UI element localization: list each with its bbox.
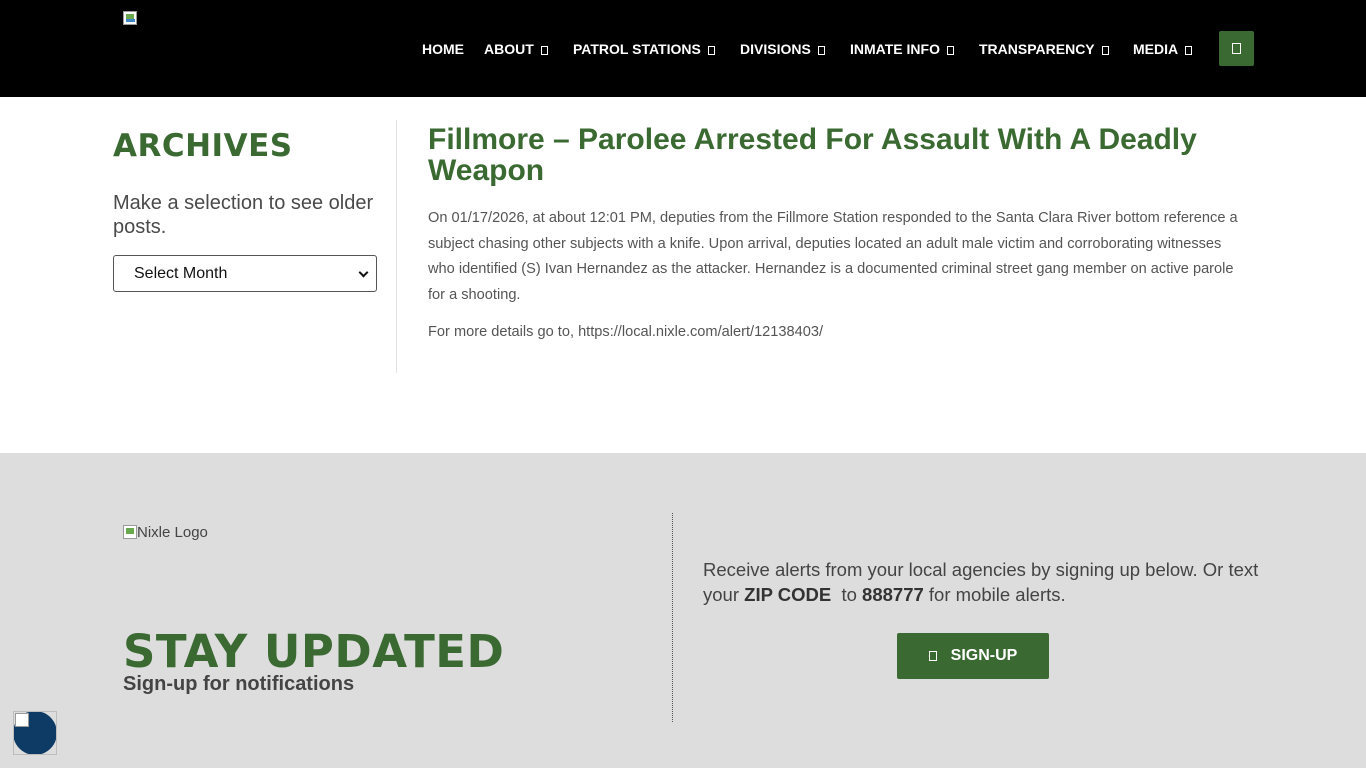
archive-month-select[interactable]: Select Month (113, 255, 377, 292)
archives-heading: ARCHIVES (113, 128, 293, 164)
nav-item-label: DIVISIONS (740, 41, 811, 57)
nav-item-inmate-info[interactable]: INMATE INFO (850, 36, 954, 62)
newsletter-footer: Nixle Logo STAY UPDATED Sign-up for noti… (0, 453, 1366, 768)
chevron-down-icon (817, 46, 825, 55)
chevron-down-icon (540, 46, 548, 55)
nav-item-label: TRANSPARENCY (979, 41, 1095, 57)
alerts-description: Receive alerts from your local agencies … (703, 557, 1263, 607)
site-header: HOME ABOUT PATROL STATIONS DIVISIONS INM… (0, 0, 1366, 97)
nixle-logo: Nixle Logo (123, 524, 208, 542)
broken-image-icon (123, 525, 137, 539)
chevron-down-icon (358, 267, 369, 278)
nav-item-divisions[interactable]: DIVISIONS (740, 36, 825, 62)
chevron-down-icon (1185, 46, 1193, 55)
select-value: Select Month (134, 265, 228, 282)
nav-item-home[interactable]: HOME (422, 36, 464, 62)
signup-button[interactable]: SIGN-UP (897, 633, 1049, 679)
alerts-text-part: for mobile alerts. (923, 584, 1066, 605)
search-icon (1232, 43, 1241, 54)
nixle-logo-alt: Nixle Logo (137, 524, 208, 541)
chevron-down-icon (946, 46, 954, 55)
details-prefix: For more details go to, (428, 324, 579, 341)
accessibility-widget-button[interactable] (13, 711, 57, 755)
nav-item-label: PATROL STATIONS (573, 41, 701, 57)
nixle-alert-link[interactable]: https://local.nixle.com/alert/12138403/ (578, 324, 823, 340)
archives-sidebar: ARCHIVES Make a selection to see older p… (113, 120, 397, 373)
bell-icon (928, 651, 937, 661)
footer-divider (672, 513, 673, 722)
alerts-zip-code: ZIP CODE (744, 584, 832, 605)
signup-label: SIGN-UP (950, 647, 1018, 664)
search-button[interactable] (1219, 31, 1254, 66)
post-body: On 01/17/2026, at about 12:01 PM, deputi… (428, 210, 1238, 303)
nav-item-media[interactable]: MEDIA (1133, 36, 1193, 62)
nav-item-transparency[interactable]: TRANSPARENCY (979, 36, 1109, 62)
post-article: Fillmore – Parolee Arrested For Assault … (428, 124, 1238, 345)
alerts-short-code: 888777 (862, 584, 924, 605)
nav-item-label: INMATE INFO (850, 41, 940, 57)
main-nav: HOME ABOUT PATROL STATIONS DIVISIONS INM… (0, 36, 1366, 62)
stay-updated-heading: STAY UPDATED (123, 625, 505, 678)
broken-image-icon (15, 713, 29, 727)
nav-item-about[interactable]: ABOUT (484, 36, 548, 62)
archives-description: Make a selection to see older posts. (113, 192, 374, 238)
nav-item-patrol-stations[interactable]: PATROL STATIONS (573, 36, 715, 62)
nav-item-label: ABOUT (484, 41, 534, 57)
nav-item-label: HOME (422, 41, 464, 57)
post-title: Fillmore – Parolee Arrested For Assault … (428, 123, 1197, 187)
stay-updated-subtitle: Sign-up for notifications (123, 673, 355, 695)
chevron-down-icon (1101, 46, 1109, 55)
chevron-down-icon (707, 46, 715, 55)
broken-image-icon (123, 11, 137, 25)
nav-item-label: MEDIA (1133, 41, 1179, 57)
post-details: For more details go to, https://local.ni… (428, 320, 1238, 345)
site-logo[interactable] (123, 11, 139, 27)
alerts-text-part: to (831, 584, 863, 605)
